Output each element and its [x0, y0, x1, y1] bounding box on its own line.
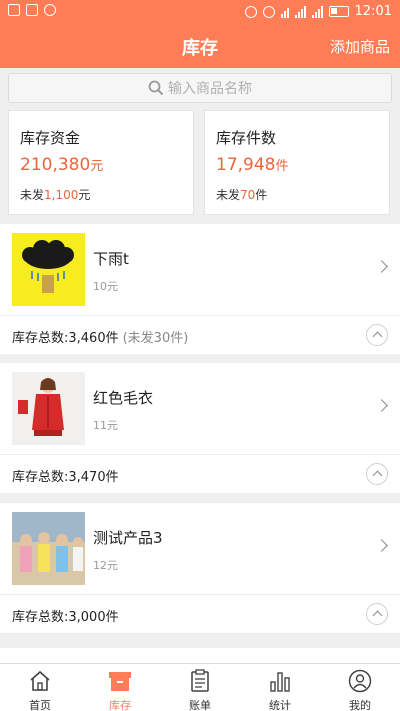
collapse-chevron-up-icon[interactable] — [366, 463, 388, 485]
signal-icon — [294, 5, 306, 18]
product-total: 库存总数:3,470件 — [12, 470, 119, 485]
product-footer: 库存总数:3,470件 — [0, 455, 400, 493]
collapse-chevron-up-icon[interactable] — [366, 603, 388, 625]
battery-icon — [328, 6, 349, 17]
inventory-box-icon — [109, 672, 131, 691]
tab-home[interactable]: 首页 — [0, 664, 80, 711]
product-footer: 库存总数:3,000件 — [0, 595, 400, 633]
product-row[interactable]: 下雨t 10元 — [0, 224, 400, 316]
product-card: 测试产品3 12元 库存总数:3,000件 — [0, 503, 400, 633]
tab-stats-label: 统计 — [269, 699, 291, 711]
product-price: 10元 — [93, 280, 118, 293]
product-pending: (未发30件) — [122, 331, 189, 346]
chevron-right-icon — [375, 399, 388, 412]
trash-notification-icon — [8, 4, 20, 16]
product-row[interactable]: 测试产品3 12元 — [0, 503, 400, 595]
product-name: 下雨t — [93, 250, 129, 268]
stock-funds-value: 210,380元 — [20, 155, 104, 175]
home-icon — [30, 670, 50, 691]
tab-inventory[interactable]: 库存 — [80, 664, 160, 711]
stock-count-value: 17,948件 — [216, 155, 289, 175]
status-time: 12:01 — [354, 4, 392, 19]
product-price: 12元 — [93, 559, 118, 572]
product-card: 下雨t 10元 库存总数:3,460件 (未发30件) — [0, 224, 400, 354]
tab-mine[interactable]: 我的 — [320, 664, 400, 711]
alarm-icon — [262, 5, 275, 18]
tab-stats[interactable]: 统计 — [240, 664, 320, 711]
product-footer: 库存总数:3,460件 (未发30件) — [0, 316, 400, 354]
stock-count-title: 库存件数 — [216, 129, 277, 147]
tab-bills-label: 账单 — [189, 699, 211, 711]
product-total: 库存总数:3,000件 — [12, 610, 119, 625]
product-name: 红色毛衣 — [93, 389, 154, 407]
wifi-icon — [280, 6, 289, 18]
product-name: 测试产品3 — [93, 529, 163, 547]
stock-funds-card: 库存资金 210,380元 未发1,100元 — [8, 110, 194, 215]
stock-funds-pending: 未发1,100元 — [20, 188, 91, 202]
search-icon — [148, 80, 164, 96]
chevron-right-icon — [375, 260, 388, 273]
mute-icon — [244, 5, 257, 18]
bill-clipboard-icon — [191, 669, 209, 692]
signal-2-icon — [311, 5, 323, 18]
tab-inventory-label: 库存 — [109, 699, 131, 711]
smiley-notification-icon — [44, 4, 56, 16]
stock-funds-title: 库存资金 — [20, 129, 81, 147]
search-input[interactable]: 输入商品名称 — [8, 73, 392, 103]
title-bar: 库存 添加商品 — [0, 24, 400, 68]
add-product-button[interactable]: 添加商品 — [330, 36, 390, 57]
product-image — [12, 512, 85, 585]
image-notification-icon — [26, 4, 38, 16]
product-image — [12, 233, 85, 306]
chevron-right-icon — [375, 539, 388, 552]
bar-chart-icon — [270, 672, 290, 692]
product-total: 库存总数:3,460件 (未发30件) — [12, 331, 189, 346]
user-icon — [348, 669, 372, 693]
product-card: 红色毛衣 11元 库存总数:3,470件 — [0, 363, 400, 493]
collapse-chevron-up-icon[interactable] — [366, 324, 388, 346]
product-price: 11元 — [93, 419, 118, 432]
tab-bills[interactable]: 账单 — [160, 664, 240, 711]
product-row[interactable]: 红色毛衣 11元 — [0, 363, 400, 455]
status-bar: 12:01 — [0, 0, 400, 24]
bottom-tab-bar: 首页 库存 账单 统计 我的 — [0, 663, 400, 711]
search-placeholder: 输入商品名称 — [168, 81, 252, 97]
stock-count-card: 库存件数 17,948件 未发70件 — [204, 110, 390, 215]
tab-home-label: 首页 — [29, 699, 51, 711]
stock-count-pending: 未发70件 — [216, 188, 268, 202]
product-image — [12, 372, 85, 445]
tab-mine-label: 我的 — [349, 699, 371, 711]
